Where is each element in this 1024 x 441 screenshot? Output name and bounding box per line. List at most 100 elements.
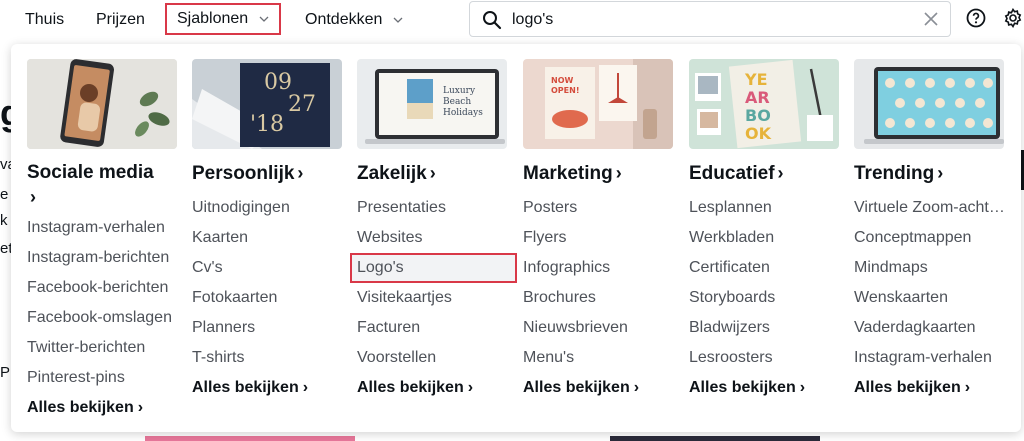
category-thumbnail[interactable]: NOW OPEN! xyxy=(523,59,673,149)
menu-link[interactable]: Twitter-berichten xyxy=(27,333,179,363)
category-title-label: Zakelijk xyxy=(357,163,427,184)
see-all-label: Alles bekijken xyxy=(854,379,961,396)
laptop-presentation-image: Luxury Beach Holidays xyxy=(357,59,507,149)
menu-link[interactable]: Posters xyxy=(523,193,675,223)
menu-link[interactable]: Brochures xyxy=(523,283,675,313)
see-all-link[interactable]: Alles bekijken › xyxy=(357,373,509,403)
category-title[interactable]: Zakelijk › xyxy=(357,161,509,186)
thumb-text: Beach xyxy=(443,97,471,107)
category-business: Luxury Beach Holidays Zakelijk › Presenta… xyxy=(350,59,517,403)
menu-link[interactable]: Visitekaartjes xyxy=(357,283,509,313)
category-education: YE AR BO OK Educatief › Lesplannen Werkbl… xyxy=(689,59,841,403)
thumb-text: NOW xyxy=(551,76,573,85)
category-title[interactable]: Persoonlijk › xyxy=(192,161,344,186)
menu-link[interactable]: Facturen xyxy=(357,313,509,343)
menu-link[interactable]: T-shirts xyxy=(192,343,344,373)
thumb-text: '18 xyxy=(250,112,284,137)
menu-link[interactable]: Presentaties xyxy=(357,193,509,223)
category-title[interactable]: Marketing › xyxy=(523,161,675,186)
menu-link[interactable]: Virtuele Zoom-achtergronden xyxy=(854,193,1006,223)
chevron-right-icon: › xyxy=(633,379,640,396)
category-thumbnail[interactable] xyxy=(27,59,177,149)
laptop-dogs-image xyxy=(854,59,1004,149)
nav-templates-label: Sjablonen xyxy=(177,10,249,27)
help-icon[interactable] xyxy=(966,8,986,28)
nav-discover[interactable]: Ontdekken xyxy=(305,7,403,33)
top-navigation: Thuis Prijzen Sjablonen Ontdekken xyxy=(0,0,1024,40)
menu-link[interactable]: Certificaten xyxy=(689,253,841,283)
category-title-label: Persoonlijk xyxy=(192,163,295,184)
menu-link[interactable]: Websites xyxy=(357,223,509,253)
menu-link[interactable]: Conceptmappen xyxy=(854,223,1006,253)
see-all-label: Alles bekijken xyxy=(192,379,299,396)
menu-link-logos-highlighted[interactable]: Logo's xyxy=(350,253,517,283)
thumb-text: BO xyxy=(745,106,771,125)
menu-link[interactable]: Planners xyxy=(192,313,344,343)
menu-link[interactable]: Fotokaarten xyxy=(192,283,344,313)
menu-link[interactable]: Bladwijzers xyxy=(689,313,841,343)
background-card-edge xyxy=(610,436,820,441)
menu-link[interactable]: Werkbladen xyxy=(689,223,841,253)
search-icon xyxy=(483,11,502,30)
menu-link[interactable]: Lesplannen xyxy=(689,193,841,223)
clear-icon[interactable] xyxy=(924,12,938,26)
category-title[interactable]: Sociale media › xyxy=(27,161,179,210)
menu-link[interactable]: Instagram-verhalen xyxy=(854,343,1006,373)
category-title-label: Marketing xyxy=(523,163,613,184)
see-all-label: Alles bekijken xyxy=(689,379,796,396)
chevron-right-icon: › xyxy=(777,163,784,183)
menu-link[interactable]: Mindmaps xyxy=(854,253,1006,283)
thumb-text: OPEN! xyxy=(551,86,579,95)
category-personal: 09 27 '18 Persoonlijk › Uitnodigingen Kaa… xyxy=(192,59,344,403)
menu-link[interactable]: Pinterest-pins xyxy=(27,363,179,393)
thumb-text: AR xyxy=(745,88,770,107)
menu-link[interactable]: Storyboards xyxy=(689,283,841,313)
see-all-label: Alles bekijken xyxy=(357,379,464,396)
phone-photo-image xyxy=(27,59,177,149)
menu-link[interactable]: Kaarten xyxy=(192,223,344,253)
category-thumbnail[interactable]: 09 27 '18 xyxy=(192,59,342,149)
category-thumbnail[interactable] xyxy=(854,59,1004,149)
see-all-link[interactable]: Alles bekijken › xyxy=(27,393,179,423)
menu-link[interactable]: Uitnodigingen xyxy=(192,193,344,223)
background-text-fragment: k xyxy=(0,212,8,229)
background-text-fragment: e xyxy=(0,186,9,203)
menu-link[interactable]: Voorstellen xyxy=(357,343,509,373)
chevron-down-icon xyxy=(393,17,403,23)
category-title-label: Educatief xyxy=(689,163,775,184)
category-thumbnail[interactable]: Luxury Beach Holidays xyxy=(357,59,507,149)
menu-link[interactable]: Facebook-berichten xyxy=(27,273,179,303)
chevron-right-icon: › xyxy=(137,399,144,416)
menu-link[interactable]: Lesroosters xyxy=(689,343,841,373)
thumb-text: Luxury xyxy=(443,86,476,96)
chevron-right-icon: › xyxy=(615,163,622,183)
nav-templates[interactable]: Sjablonen xyxy=(165,3,281,35)
see-all-link[interactable]: Alles bekijken › xyxy=(854,373,1006,403)
nav-home[interactable]: Thuis xyxy=(25,7,64,33)
menu-link[interactable]: Instagram-berichten xyxy=(27,243,179,273)
category-title[interactable]: Educatief › xyxy=(689,161,841,186)
nav-pricing[interactable]: Prijzen xyxy=(96,7,145,33)
category-title-label: Trending xyxy=(854,163,935,184)
background-text-fragment: P xyxy=(0,364,11,381)
search-input[interactable] xyxy=(510,6,894,34)
see-all-link[interactable]: Alles bekijken › xyxy=(523,373,675,403)
menu-link[interactable]: Flyers xyxy=(523,223,675,253)
invitation-card-image: 09 27 '18 xyxy=(192,59,342,149)
category-thumbnail[interactable]: YE AR BO OK xyxy=(689,59,839,149)
menu-link[interactable]: Infographics xyxy=(523,253,675,283)
see-all-link[interactable]: Alles bekijken › xyxy=(192,373,344,403)
search-box[interactable] xyxy=(469,1,951,37)
see-all-link[interactable]: Alles bekijken › xyxy=(689,373,841,403)
menu-link[interactable]: Instagram-verhalen xyxy=(27,213,179,243)
menu-link[interactable]: Nieuwsbrieven xyxy=(523,313,675,343)
menu-link[interactable]: Menu's xyxy=(523,343,675,373)
thumb-text: YE xyxy=(744,70,768,89)
menu-link[interactable]: Cv's xyxy=(192,253,344,283)
category-title[interactable]: Trending › xyxy=(854,161,1006,186)
menu-link[interactable]: Facebook-omslagen xyxy=(27,303,179,333)
chevron-right-icon: › xyxy=(297,163,304,183)
settings-icon[interactable] xyxy=(1003,8,1023,28)
menu-link[interactable]: Wenskaarten xyxy=(854,283,1006,313)
menu-link[interactable]: Vaderdagkaarten xyxy=(854,313,1006,343)
